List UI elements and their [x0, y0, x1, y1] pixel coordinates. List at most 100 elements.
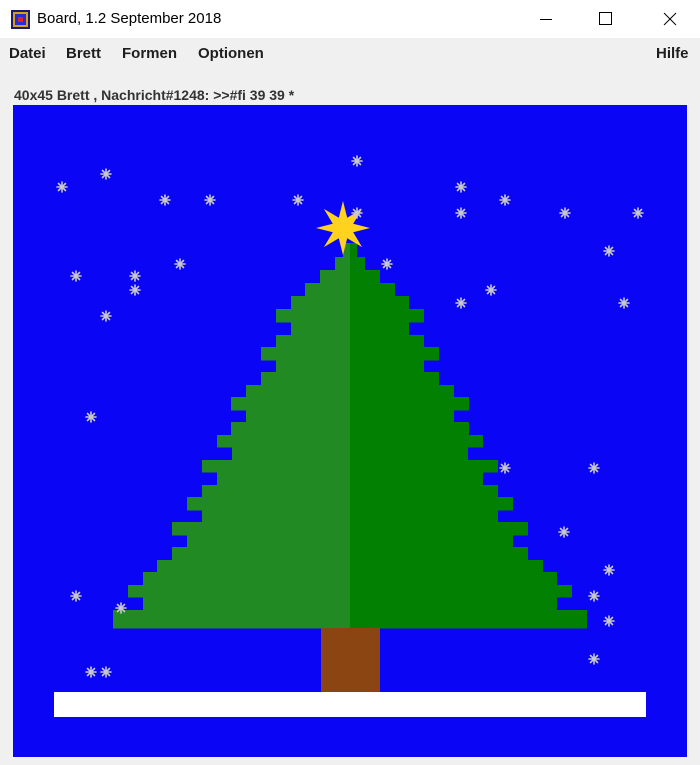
snowflake-icon: [485, 284, 497, 296]
tree-row-right: [350, 585, 572, 598]
snowflake-icon: [499, 462, 511, 474]
snow-ground: [54, 692, 646, 717]
minimize-icon: [540, 19, 552, 20]
tree-row-left: [187, 497, 350, 511]
snowflake-icon: [381, 258, 393, 270]
menu-formen[interactable]: Formen: [122, 45, 177, 62]
tree-row-left: [276, 335, 350, 348]
tree-row-left: [261, 347, 350, 361]
tree-row-right: [350, 572, 557, 586]
tree-row-left: [202, 485, 350, 498]
tree-row-left: [157, 560, 350, 573]
tree-row-right: [350, 447, 468, 461]
tree-row-left: [335, 257, 350, 271]
snowflake-icon: [85, 666, 97, 678]
snowflake-icon: [632, 207, 644, 219]
tree-row-right: [350, 435, 483, 448]
tree-row-right: [350, 360, 424, 373]
tree-row-right: [350, 385, 454, 398]
tree-row-right: [350, 270, 380, 284]
tree-row-left: [291, 322, 350, 336]
tree-trunk: [321, 628, 380, 692]
snowflake-icon: [455, 207, 467, 219]
maximize-button[interactable]: [576, 0, 636, 38]
tree-row-right: [350, 485, 498, 498]
maximize-icon: [599, 12, 612, 25]
snowflake-icon: [129, 284, 141, 296]
tree-row-left: [202, 460, 350, 473]
snowflake-icon: [100, 168, 112, 180]
snowflake-icon: [603, 615, 615, 627]
tree-row-right: [350, 243, 357, 258]
minimize-button[interactable]: [516, 0, 576, 38]
snowflake-icon: [292, 194, 304, 206]
tree-row-left: [276, 360, 350, 373]
tree-row-right: [350, 510, 498, 523]
tree-row-left: [143, 597, 350, 611]
snowflake-icon: [455, 297, 467, 309]
snowflake-icon: [499, 194, 511, 206]
tree-row-left: [217, 472, 350, 486]
snowflake-icon: [618, 297, 630, 309]
tree-row-left: [246, 385, 350, 398]
tree-row-right: [350, 422, 469, 436]
snowflake-icon: [559, 207, 571, 219]
tree-row-left: [291, 296, 350, 310]
snowflake-icon: [204, 194, 216, 206]
tree-row-right: [350, 296, 409, 310]
menu-datei[interactable]: Datei: [9, 45, 46, 62]
window-title: Board, 1.2 September 2018: [37, 10, 222, 27]
snowflake-icon: [129, 270, 141, 282]
board-canvas[interactable]: [13, 105, 687, 757]
menu-hilfe[interactable]: Hilfe: [656, 45, 689, 62]
tree-row-left: [305, 283, 350, 297]
tree-row-left: [246, 410, 350, 423]
tree-row-left: [217, 435, 350, 448]
snowflake-icon: [588, 653, 600, 665]
tree-row-left: [261, 372, 350, 386]
tree-row-right: [350, 547, 528, 561]
snowflake-icon: [56, 181, 68, 193]
snowflake-icon: [85, 411, 97, 423]
tree-row-right: [350, 347, 439, 361]
snowflake-icon: [159, 194, 171, 206]
tree-row-left: [172, 522, 350, 536]
snowflake-icon: [558, 526, 570, 538]
tree-row-right: [350, 497, 513, 511]
snowflake-icon: [603, 245, 615, 257]
tree-row-right: [350, 257, 365, 271]
snowflake-icon: [100, 666, 112, 678]
tree-row-right: [350, 322, 409, 336]
snowflake-icon: [115, 602, 127, 614]
title-bar: Board, 1.2 September 2018: [0, 0, 700, 38]
close-button[interactable]: [640, 0, 700, 38]
tree-row-right: [350, 397, 469, 411]
menu-bar: Datei Brett Formen Optionen Hilfe: [0, 38, 700, 67]
tree-row-right: [350, 597, 557, 611]
board-drawing: [54, 155, 646, 717]
menu-brett[interactable]: Brett: [66, 45, 101, 62]
tree-row-left: [143, 572, 350, 586]
snowflake-icon: [100, 310, 112, 322]
tree-row-left: [276, 309, 350, 323]
menu-optionen[interactable]: Optionen: [198, 45, 264, 62]
tree-row-right: [350, 535, 513, 548]
tree-row-right: [350, 283, 395, 297]
tree-row-right: [350, 460, 498, 473]
tree-row-right: [350, 372, 439, 386]
snowflake-icon: [455, 181, 467, 193]
snowflake-icon: [70, 590, 82, 602]
tree-row-left: [113, 610, 350, 629]
tree-row-left: [231, 422, 350, 436]
snowflake-icon: [588, 462, 600, 474]
tree-row-left: [128, 585, 350, 598]
tree-row-left: [320, 270, 350, 284]
tree-row-right: [350, 610, 587, 629]
snowflake-icon: [70, 270, 82, 282]
tree-row-left: [232, 447, 350, 461]
snowflake-icon: [603, 564, 615, 576]
tree-row-right: [350, 410, 454, 423]
tree-row-right: [350, 335, 424, 348]
snowflake-icon: [351, 155, 363, 167]
star-icon: [316, 201, 370, 255]
